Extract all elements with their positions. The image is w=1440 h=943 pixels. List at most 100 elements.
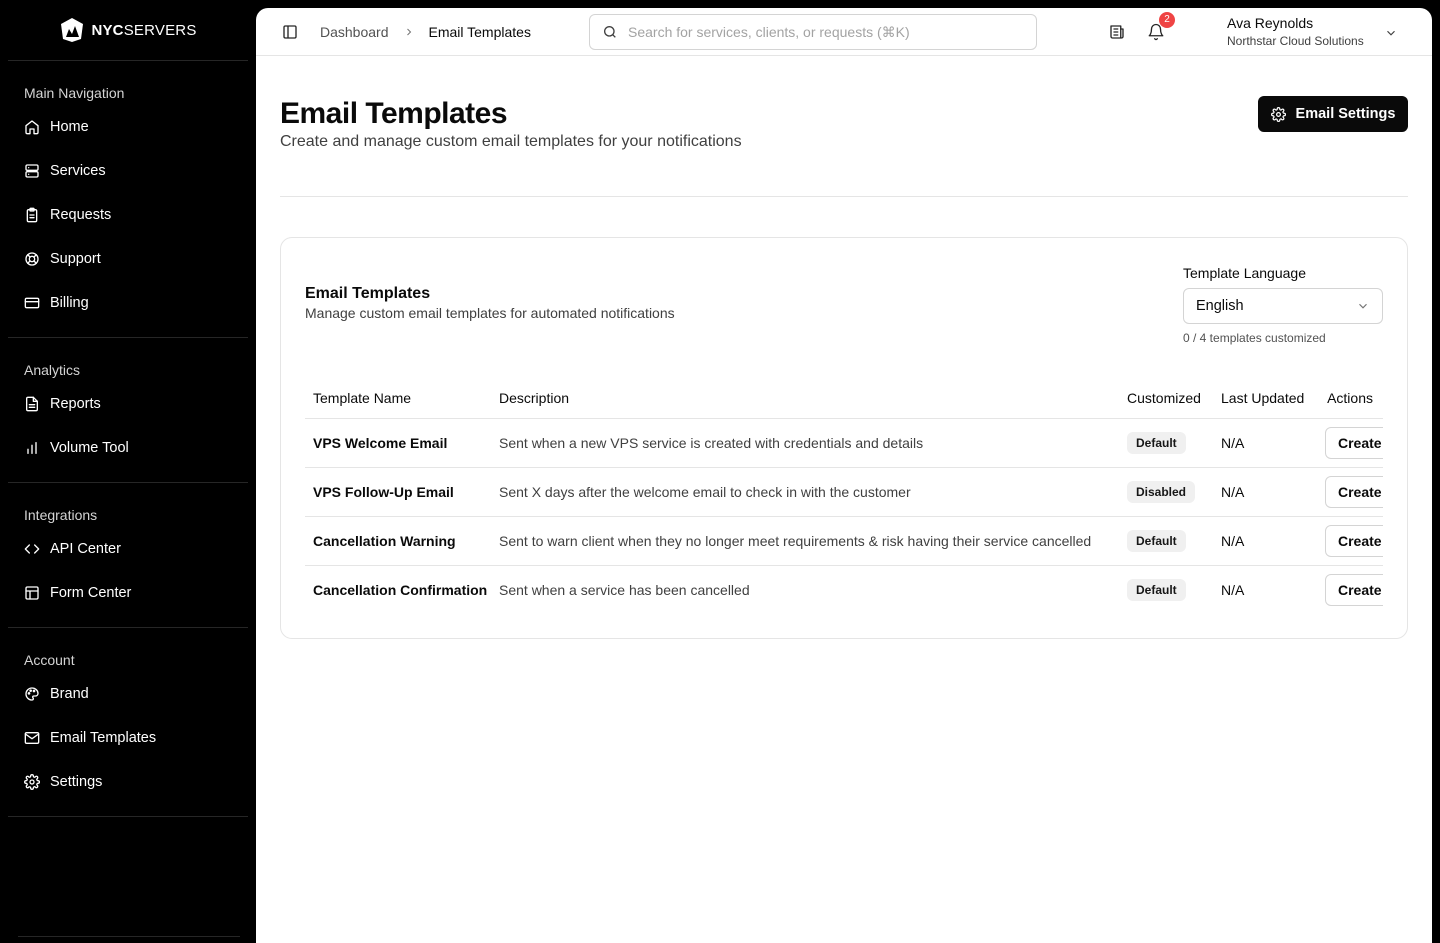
brand-logo[interactable]: NYCSERVERS [8, 0, 248, 61]
nav-heading: Main Navigation [24, 85, 125, 101]
column-header: Last Updated [1213, 378, 1317, 419]
page-subtitle: Create and manage custom email templates… [280, 133, 742, 150]
search-box[interactable] [589, 14, 1037, 50]
chevron-down-icon [1359, 303, 1367, 309]
template-description: Sent X days after the welcome email to c… [491, 467, 1119, 517]
sidebar-item-form-center[interactable]: Form Center [8, 571, 248, 615]
sidebar-item-label: Requests [50, 207, 112, 223]
nav-heading: Integrations [24, 507, 98, 523]
page-title: Email Templates [280, 97, 508, 130]
sidebar-item-label: Billing [50, 295, 89, 311]
breadcrumb-dashboard[interactable]: Dashboard [320, 24, 389, 40]
sidebar-item-label: Form Center [50, 585, 132, 601]
last-updated: N/A [1213, 467, 1317, 517]
sidebar-item-label: Reports [50, 396, 101, 412]
sidebar-item-support[interactable]: Support [8, 237, 248, 281]
email-settings-label: Email Settings [1295, 106, 1396, 122]
card-subtitle: Manage custom email templates for automa… [305, 305, 675, 321]
gear-icon [1270, 106, 1286, 122]
chevron-down-icon[interactable] [1384, 26, 1398, 40]
status-badge: Default [1127, 529, 1186, 552]
news-button[interactable] [1108, 23, 1126, 41]
last-updated: N/A [1213, 516, 1317, 566]
sidebar-toggle-icon[interactable] [282, 24, 298, 40]
logo-mark-icon [61, 18, 84, 42]
column-header: Description [491, 378, 1119, 419]
last-updated: N/A [1213, 418, 1317, 468]
nav-section-main: Main Navigation Home Services Requests S… [8, 61, 248, 338]
template-name: Cancellation Confirmation [313, 581, 488, 598]
mail-icon [24, 732, 40, 744]
main-panel: Dashboard Email Templates 2 Ava Reynolds… [256, 8, 1432, 943]
status-badge: Default [1127, 431, 1186, 454]
top-bar: Dashboard Email Templates 2 Ava Reynolds… [256, 8, 1432, 56]
sidebar-item-brand[interactable]: Brand [8, 672, 248, 716]
sidebar-item-email-templates[interactable]: Email Templates [8, 716, 248, 760]
layout-icon [25, 586, 39, 600]
sidebar-footer-divider [18, 936, 240, 937]
action-cell: Create [1317, 516, 1383, 566]
search-input[interactable] [628, 24, 1008, 40]
notification-count-badge: 2 [1159, 12, 1175, 28]
newspaper-icon [1110, 25, 1124, 39]
nav-section-account: Account Brand Email Templates Settings [8, 628, 248, 817]
status-badge: Disabled [1127, 480, 1196, 503]
sidebar-item-reports[interactable]: Reports [8, 382, 248, 426]
breadcrumb: Dashboard Email Templates [320, 8, 531, 56]
sidebar-item-label: Home [50, 119, 89, 135]
create-button[interactable]: Create [1325, 426, 1383, 459]
sidebar-item-label: Support [50, 251, 101, 267]
page-header: Email Templates Create and manage custom… [280, 96, 742, 151]
table-row: VPS Follow-Up Email Sent X days after th… [305, 467, 1383, 517]
notifications-button[interactable]: 2 [1147, 12, 1175, 41]
sidebar-item-requests[interactable]: Requests [8, 193, 248, 237]
template-description: Sent when a new VPS service is created w… [491, 418, 1119, 468]
table-header-row: Template Name Description Customized Las… [305, 378, 1383, 419]
server-icon [25, 164, 39, 178]
sidebar-item-settings[interactable]: Settings [8, 760, 248, 804]
create-button[interactable]: Create [1325, 475, 1383, 508]
sidebar-item-home[interactable]: Home [8, 105, 248, 149]
action-cell: Create [1317, 418, 1383, 468]
sidebar-item-api-center[interactable]: API Center [8, 527, 248, 571]
last-updated: N/A [1221, 581, 1245, 598]
language-label: Template Language [1183, 265, 1306, 281]
language-value: English [1196, 298, 1244, 314]
column-header: Actions [1317, 378, 1383, 419]
email-settings-button[interactable]: Email Settings [1258, 96, 1408, 132]
sidebar-item-services[interactable]: Services [8, 149, 248, 193]
search-icon [604, 26, 616, 38]
table-row: Cancellation Warning Sent to warn client… [305, 516, 1383, 566]
sidebar-item-label: Services [50, 163, 106, 179]
home-icon [25, 120, 39, 135]
user-menu[interactable]: Ava Reynolds Northstar Cloud Solutions [1227, 15, 1364, 48]
sidebar-item-billing[interactable]: Billing [8, 281, 248, 325]
status-cell: Default [1119, 565, 1213, 614]
chevron-right-icon [406, 28, 411, 36]
lifebuoy-icon [25, 252, 39, 266]
templates-table: Template Name Description Customized Las… [305, 378, 1383, 614]
sidebar-item-label: Brand [50, 686, 89, 702]
create-button[interactable]: Create [1325, 573, 1383, 606]
header-divider [280, 196, 1408, 197]
template-name: Cancellation Warning [305, 516, 491, 566]
brand-name: NYCSERVERS [91, 21, 197, 39]
user-name: Ava Reynolds [1227, 15, 1314, 31]
language-select[interactable]: English [1183, 288, 1383, 324]
clipboard-icon [26, 207, 38, 223]
sidebar-item-label: API Center [50, 541, 121, 557]
file-text-icon [26, 396, 38, 412]
template-name: VPS Follow-Up Email [305, 467, 491, 517]
create-button[interactable]: Create [1325, 524, 1383, 557]
nav-heading: Account [24, 652, 75, 668]
bar-chart-icon [27, 442, 37, 454]
templates-table-scroll[interactable]: Template Name Description Customized Las… [305, 378, 1383, 618]
nav-heading: Analytics [24, 362, 81, 378]
action-cell: Create [1317, 565, 1383, 614]
column-header: Template Name [305, 378, 491, 419]
status-cell: Disabled [1119, 467, 1213, 517]
gear-icon [24, 774, 40, 790]
sidebar-item-volume-tool[interactable]: Volume Tool [8, 426, 248, 470]
status-cell: Default [1119, 516, 1213, 566]
sidebar-item-label: Volume Tool [50, 440, 129, 456]
